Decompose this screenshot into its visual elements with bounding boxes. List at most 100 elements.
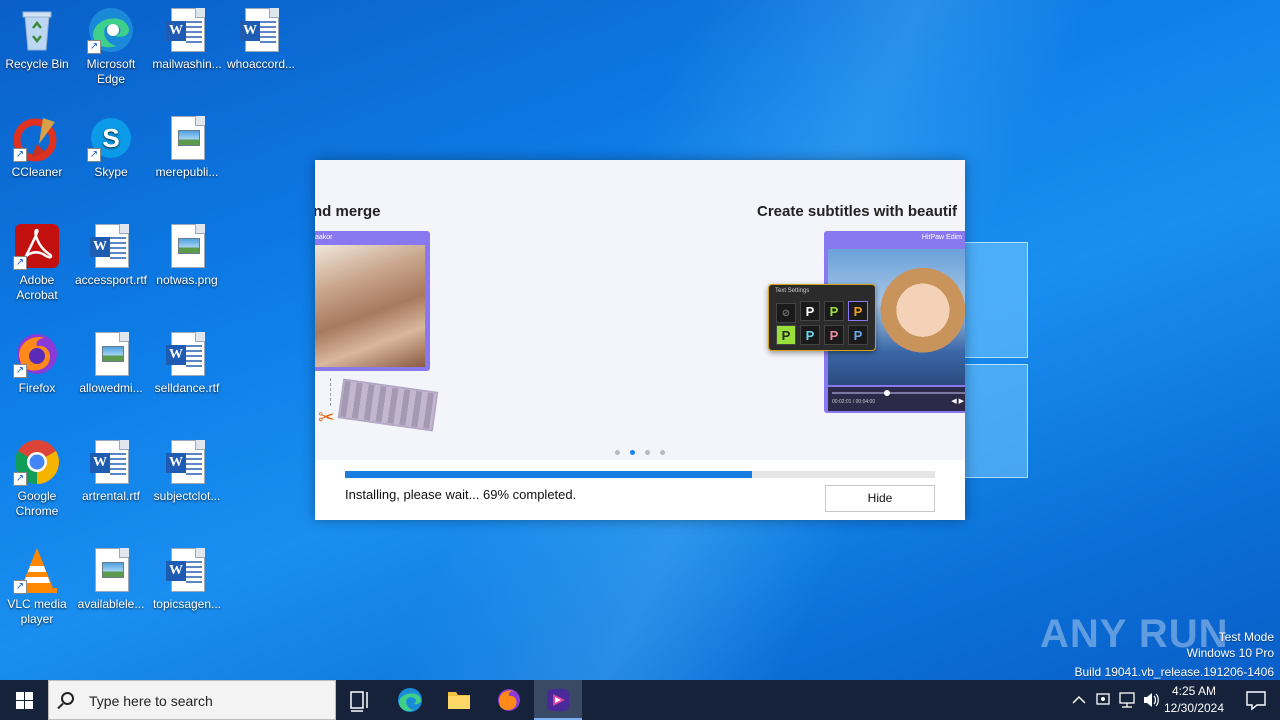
desktop-icon-adobe-acrobat[interactable]: ↗ Adobe Acrobat xyxy=(0,222,74,303)
word-document-icon: W xyxy=(87,438,135,486)
desktop-icon-label: VLC media player xyxy=(7,597,67,626)
style-swatch-white: P xyxy=(800,301,820,321)
task-view-icon xyxy=(350,691,368,712)
text-style-grid: ⊘ P P P PPPP xyxy=(774,300,874,346)
desktop-icon-edge[interactable]: ↗ Microsoft Edge xyxy=(74,6,148,87)
windows-logo-wallpaper xyxy=(960,240,1030,480)
desktop-icon-label: notwas.png xyxy=(156,273,218,287)
desktop-icon-firefox[interactable]: ↗ Firefox xyxy=(0,330,74,396)
desktop-icon-recycle-bin[interactable]: Recycle Bin xyxy=(0,6,74,72)
style-swatch-orange: P xyxy=(848,301,868,321)
word-document-icon: W xyxy=(237,6,285,54)
install-progress-bar xyxy=(345,471,935,478)
desktop-icon-selldance[interactable]: W selldance.rtf xyxy=(150,330,224,396)
taskbar-firefox-button[interactable] xyxy=(485,680,533,720)
carousel-dot[interactable] xyxy=(645,450,650,455)
seek-bar xyxy=(832,390,965,396)
desktop-icon-subjectclot[interactable]: W subjectclot... xyxy=(150,438,224,504)
video-player-bar: 00:02:01 / 00:04:00 ◀ ▶ xyxy=(828,387,965,411)
folder-icon xyxy=(448,692,470,709)
desktop-icon-whoaccord[interactable]: W whoaccord... xyxy=(224,6,298,72)
network-icon xyxy=(1119,692,1135,708)
desktop-icon-label: availablele... xyxy=(77,597,145,611)
word-document-icon: W xyxy=(163,438,211,486)
install-progress-fill xyxy=(345,471,753,478)
merge-preview-frame: aakor xyxy=(315,231,430,371)
taskbar: Type here to search 4:25 AM 12/30/2024 xyxy=(0,680,1280,720)
carousel-dot[interactable] xyxy=(660,450,665,455)
windows-edition-text: Windows 10 Pro xyxy=(1186,646,1274,660)
carousel-dot[interactable] xyxy=(630,450,635,455)
desktop-icon-mailwashin[interactable]: W mailwashin... xyxy=(150,6,224,72)
image-file-icon xyxy=(163,114,211,162)
feature-carousel: nd merge aakor ✂ Create subtitles with b… xyxy=(315,160,965,460)
build-text: Build 19041.vb_release.191206-1406 xyxy=(1074,665,1275,679)
slide-title-subtitles: Create subtitles with beautif xyxy=(757,203,958,220)
desktop-icon-label: selldance.rtf xyxy=(154,381,220,395)
desktop-icon-label: Adobe Acrobat xyxy=(16,273,58,302)
desktop-icon-vlc[interactable]: ↗ VLC media player xyxy=(0,546,74,627)
desktop-icon-label: accessport.rtf xyxy=(74,273,148,287)
desktop-icon-notwas[interactable]: notwas.png xyxy=(150,222,224,288)
desktop-icon-merepubli[interactable]: merepubli... xyxy=(150,114,224,180)
chevron-up-icon xyxy=(1072,695,1086,704)
hide-button[interactable]: Hide xyxy=(825,485,935,512)
image-file-icon xyxy=(87,330,135,378)
style-swatch-none: ⊘ xyxy=(776,303,796,323)
desktop-icon-label: Recycle Bin xyxy=(5,57,69,71)
desktop-icon-label: Google Chrome xyxy=(15,489,59,518)
style-swatch-blue: P xyxy=(848,325,868,345)
desktop-icon-topicsagen[interactable]: W topicsagen... xyxy=(150,546,224,612)
subtitle-frame-title: HitPaw Edim xyxy=(921,234,962,241)
text-settings-panel: Text Settings ⊘ P P P PPPP xyxy=(768,284,876,351)
firefox-icon xyxy=(498,689,520,711)
slide-title-merge: nd merge xyxy=(315,203,381,220)
scissors-icon: ✂ xyxy=(318,407,335,429)
desktop-icon-artrental[interactable]: W artrental.rtf xyxy=(74,438,148,504)
taskbar-file-explorer-button[interactable] xyxy=(435,680,483,720)
tray-volume-button[interactable] xyxy=(1140,680,1162,720)
hitpaw-icon xyxy=(547,689,569,711)
desktop-icon-label: CCleaner xyxy=(11,165,63,179)
install-status-text: Installing, please wait... 69% completed… xyxy=(345,487,577,502)
desktop-icon-skype[interactable]: S ↗ Skype xyxy=(74,114,148,180)
taskbar-edge-button[interactable] xyxy=(386,680,434,720)
style-swatch-pink: P xyxy=(824,325,844,345)
start-button[interactable] xyxy=(0,680,48,720)
device-icon xyxy=(1096,693,1110,705)
desktop-icon-label: whoaccord... xyxy=(226,57,296,71)
desktop-icon-label: allowedmi... xyxy=(79,381,143,395)
player-time: 00:02:01 / 00:04:00 xyxy=(832,399,876,405)
volume-icon xyxy=(1144,693,1159,707)
recycle-bin-icon xyxy=(13,6,61,54)
tray-network-button[interactable] xyxy=(1116,680,1138,720)
notification-icon xyxy=(1246,691,1266,711)
show-hidden-icons-button[interactable] xyxy=(1068,680,1090,720)
clock-date: 12/30/2024 xyxy=(1163,701,1225,715)
tray-device-button[interactable] xyxy=(1092,680,1114,720)
taskbar-hitpaw-button[interactable] xyxy=(534,680,582,720)
word-document-icon: W xyxy=(87,222,135,270)
desktop-icon-label: Microsoft Edge xyxy=(86,57,136,86)
desktop-icon-accessport[interactable]: W accessport.rtf xyxy=(74,222,148,288)
image-file-icon xyxy=(163,222,211,270)
task-view-button[interactable] xyxy=(336,680,384,720)
taskbar-search-box[interactable]: Type here to search xyxy=(48,680,336,720)
carousel-dot[interactable] xyxy=(615,450,620,455)
cut-line xyxy=(330,378,331,406)
desktop-icon-google-chrome[interactable]: ↗ Google Chrome xyxy=(0,438,74,519)
desert-photo xyxy=(315,245,425,367)
edge-icon xyxy=(398,688,422,712)
desktop-icon-allowedmi[interactable]: allowedmi... xyxy=(74,330,148,396)
text-settings-title: Text Settings xyxy=(775,288,810,294)
playback-controls-icon: ◀ ▶ xyxy=(951,398,964,405)
chrome-icon: ↗ xyxy=(13,438,61,486)
word-document-icon: W xyxy=(163,6,211,54)
test-mode-text: Test Mode xyxy=(1218,630,1274,644)
desktop-icon-availablele[interactable]: availablele... xyxy=(74,546,148,612)
action-center-button[interactable] xyxy=(1232,680,1280,720)
desktop-icon-label: mailwashin... xyxy=(152,57,222,71)
image-file-icon xyxy=(87,546,135,594)
desktop-icon-ccleaner[interactable]: ↗ CCleaner xyxy=(0,114,74,180)
taskbar-clock[interactable]: 4:25 AM 12/30/2024 xyxy=(1160,683,1228,717)
